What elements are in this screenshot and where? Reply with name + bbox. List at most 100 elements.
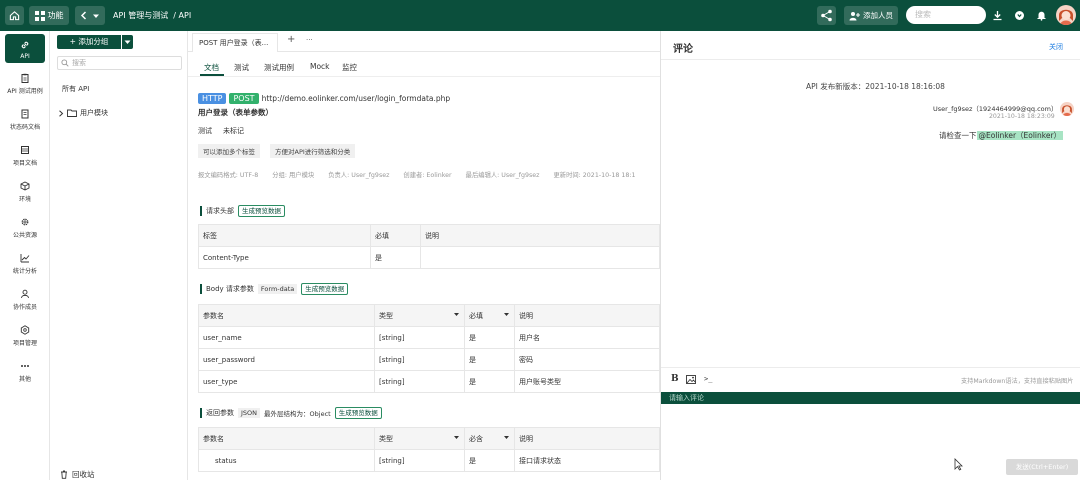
image-icon[interactable] [686, 375, 696, 384]
function-menu-button[interactable]: 功能 [29, 6, 69, 25]
function-menu-label: 功能 [47, 11, 64, 20]
nav-item-label: 协作成员 [12, 304, 37, 311]
nav-item-environment[interactable]: 环境 [0, 181, 50, 203]
home-button[interactable] [5, 6, 24, 25]
subtab-doc[interactable]: 文档 [204, 62, 219, 73]
add-group-dropdown[interactable] [122, 35, 133, 49]
user-avatar[interactable] [1056, 5, 1076, 25]
nav-item-members[interactable]: 协作成员 [0, 289, 50, 311]
body-generate-button[interactable]: 生成预览数据 [301, 283, 349, 295]
nav-item-api[interactable]: API [5, 34, 45, 63]
recycle-bin-label: 回收站 [72, 470, 95, 479]
add-member-button[interactable]: 添加人员 [844, 6, 898, 25]
comment-close-button[interactable]: 关闭 [1049, 42, 1063, 52]
home-icon [9, 11, 20, 21]
more-icon [21, 365, 29, 367]
nav-item-project-management[interactable]: 项目管理 [0, 325, 50, 347]
grid-icon [34, 10, 45, 21]
add-group-button[interactable]: + 添加分组 [57, 35, 121, 49]
cell: [string] [374, 449, 465, 472]
meta-updated: 更新时间: 2021-10-18 18:1 [553, 172, 636, 179]
doc-icon [21, 109, 29, 119]
folder-icon [67, 109, 77, 117]
left-nav: API API 测试用例 状态码文档 项目文档 环境 公共资源 统计分析 协作成… [0, 31, 50, 480]
more-tabs-button[interactable]: ··· [306, 36, 313, 44]
api-meta-row: 报文编码格式: UTF-8 分组: 用户模块 负责人: User_fg9sez … [198, 170, 658, 179]
body-title: Body 请求参数 [206, 285, 254, 293]
api-url: http://demo.eolinker.com/user/login_form… [261, 94, 451, 103]
nav-item-public-resources[interactable]: 公共资源 [0, 217, 50, 239]
new-tab-button[interactable]: + [287, 34, 295, 45]
return-generate-button[interactable]: 生成预览数据 [334, 407, 382, 419]
table-row: status [string] 是 接口请求状态 [198, 449, 660, 472]
add-tags-button[interactable]: 可以添加多个标签 [198, 144, 260, 158]
caret-down-icon[interactable] [453, 434, 460, 441]
return-type-tag: JSON [238, 408, 261, 418]
bell-icon[interactable] [1036, 10, 1047, 21]
release-note: API 发布新版本：2021-10-18 18:16:08 [806, 82, 945, 91]
comment-user: User_fg9sez（1924464999@qq.com） [933, 105, 1058, 113]
add-user-icon [849, 11, 860, 20]
global-search-input[interactable]: 搜索 [906, 6, 986, 24]
table-row: user_type [string] 是 用户账号类型 [198, 370, 660, 393]
search-icon [61, 59, 69, 67]
help-icon[interactable] [1014, 10, 1025, 21]
col-header: 类型 [379, 311, 393, 320]
return-title: 返回参数 [206, 409, 234, 417]
subtab-mock[interactable]: Mock [310, 62, 330, 71]
nav-item-label: 项目文档 [12, 160, 37, 167]
nav-item-label: API [20, 53, 30, 60]
bold-button[interactable]: B [671, 374, 679, 384]
code-button[interactable]: >_ [704, 375, 712, 383]
headers-generate-button[interactable]: 生成预览数据 [238, 205, 285, 217]
subtab-testcase[interactable]: 测试用例 [264, 62, 294, 73]
nav-item-label: 公共资源 [12, 232, 37, 239]
tree-all-api[interactable]: 所有 API [62, 84, 89, 94]
settings-icon [20, 325, 30, 335]
tree-search-input[interactable]: 搜索 [57, 56, 182, 70]
caret-down-icon[interactable] [453, 311, 460, 318]
nav-item-status-code[interactable]: 状态码文档 [0, 109, 50, 131]
cell: user_type [198, 370, 375, 393]
cell: status [198, 449, 375, 472]
comment-input-focus-bar: 请输入评论 [661, 392, 1080, 404]
back-dropdown-button[interactable] [75, 6, 105, 25]
cell: user_name [198, 326, 375, 349]
cell: 是 [464, 370, 515, 393]
col-header: 必填 [370, 224, 421, 247]
filter-tip-button[interactable]: 方便对API进行筛选和分类 [270, 144, 356, 158]
col-header: 类型 [379, 434, 393, 443]
section-bar [200, 408, 202, 418]
body-type-tag: Form-data [257, 284, 298, 294]
cube-icon [20, 181, 30, 191]
comment-mention[interactable]: @Eolinker（Eolinker） [976, 131, 1064, 140]
protocol-tag: HTTP [198, 93, 227, 104]
comment-text: 请检查一下 [939, 131, 977, 140]
meta-owner: 负责人: User_fg9sez [328, 172, 390, 179]
comment-panel-title: 评论 [673, 44, 693, 55]
caret-down-icon[interactable] [503, 311, 510, 318]
headers-section-title: 请求头部 生成预览数据 [200, 205, 285, 217]
trash-icon [61, 470, 67, 479]
nav-item-statistics[interactable]: 统计分析 [0, 253, 50, 275]
nav-item-label: 状态码文档 [9, 124, 40, 131]
tree-folder-user-module[interactable]: 用户模块 [58, 108, 108, 118]
section-bar [200, 206, 202, 216]
return-params-table: 参数名 类型 必含 说明 status [string] 是 接口请求状态 [198, 427, 660, 472]
share-button[interactable] [817, 6, 836, 25]
send-button[interactable]: 发送(Ctrl+Enter) [1006, 459, 1078, 475]
subtab-monitor[interactable]: 监控 [342, 62, 357, 73]
nav-item-others[interactable]: 其他 [0, 361, 50, 383]
user-icon [21, 289, 29, 299]
comment-panel: 评论 关闭 API 发布新版本：2021-10-18 18:16:08 User… [660, 31, 1080, 480]
subtab-test[interactable]: 测试 [234, 62, 249, 73]
cell: 是 [370, 246, 421, 269]
col-header: 说明 [420, 224, 660, 247]
caret-down-icon[interactable] [503, 434, 510, 441]
download-icon[interactable] [992, 10, 1003, 21]
nav-item-api-testcase[interactable]: API 测试用例 [0, 73, 50, 95]
nav-item-project-docs[interactable]: 项目文档 [0, 145, 50, 167]
recycle-bin[interactable]: 回收站 [60, 469, 95, 480]
meta-group: 分组: 用户模块 [272, 172, 315, 179]
tab-api-login[interactable]: POST 用户登录（表... [192, 33, 278, 52]
